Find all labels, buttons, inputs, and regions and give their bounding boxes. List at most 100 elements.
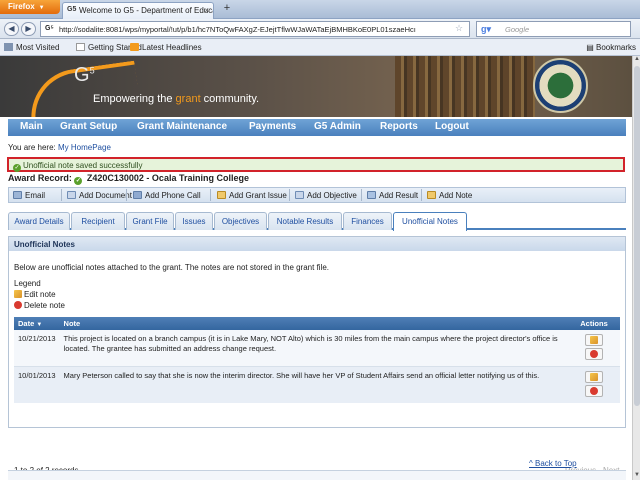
address-bar[interactable]: G⁵ http://sodalite:8081/wps/myportal/!ut… [40, 21, 470, 37]
nav-main[interactable]: Main [20, 121, 43, 132]
note-text: Mary Peterson called to say that she is … [59, 366, 568, 403]
note-actions [568, 330, 620, 367]
edit-icon [590, 373, 598, 381]
tab-recipient[interactable]: Recipient [71, 212, 125, 230]
breadcrumb-home-link[interactable]: My HomePage [58, 143, 111, 152]
tab-title: Welcome to G5 - Department of Educatio..… [79, 6, 213, 15]
g5-banner: G5 Empowering the grant community. [0, 56, 632, 117]
department-of-education-seal [533, 58, 588, 113]
nav-logout[interactable]: Logout [435, 121, 469, 132]
page-icon [76, 43, 85, 51]
award-status-check-icon: ✓ [74, 177, 83, 185]
email-button[interactable]: Email [13, 191, 45, 200]
column-header-note: Note [59, 317, 568, 330]
panel-intro: Below are unofficial notes attached to t… [14, 263, 330, 272]
success-message: ✓ Unofficial note saved successfully [7, 157, 625, 172]
legend-edit: Edit note [14, 289, 65, 300]
g5-logo: G5 [74, 64, 95, 86]
new-tab-button[interactable]: + [219, 2, 235, 17]
legend: Legend Edit note Delete note [14, 278, 65, 311]
edit-note-button[interactable] [585, 334, 603, 346]
award-record: Award Record: ✓ Z420C130002 - Ocala Trai… [8, 173, 249, 185]
delete-note-button[interactable] [585, 385, 603, 397]
note-date: 10/01/2013 [14, 366, 60, 403]
scroll-up-arrow-icon[interactable]: ▲ [633, 56, 640, 64]
bookmarks-toolbar: Most Visited Getting Started Latest Head… [0, 39, 640, 56]
vertical-scrollbar[interactable]: ▲ ▼ [632, 56, 640, 480]
edit-note-button[interactable] [585, 371, 603, 383]
add-document-button[interactable]: Add Document [67, 191, 132, 200]
nav-payments[interactable]: Payments [249, 121, 296, 132]
phone-icon [133, 191, 142, 199]
footer [8, 470, 626, 480]
result-icon [367, 191, 376, 199]
unofficial-notes-panel: Unofficial Notes Below are unofficial no… [8, 236, 626, 475]
legend-title: Legend [14, 279, 41, 288]
column-header-actions: Actions [568, 317, 620, 330]
tab-notable-results[interactable]: Notable Results [268, 212, 342, 230]
email-icon [13, 191, 22, 199]
nav-reports[interactable]: Reports [380, 121, 418, 132]
tab-objectives[interactable]: Objectives [214, 212, 267, 230]
browser-navigation-bar: ◀ ▶ G⁵ http://sodalite:8081/wps/myportal… [0, 19, 640, 39]
tab-award-details[interactable]: Award Details [8, 212, 70, 230]
back-button[interactable]: ◀ [4, 22, 19, 36]
library-shelves-image [395, 56, 535, 117]
tab-issues[interactable]: Issues [175, 212, 213, 230]
grant-issue-icon [217, 191, 226, 199]
tab-unofficial-notes[interactable]: Unofficial Notes [393, 212, 467, 231]
close-tab-icon[interactable]: × [204, 6, 209, 15]
panel-title: Unofficial Notes [9, 237, 625, 251]
objective-icon [295, 191, 304, 199]
note-actions [568, 366, 620, 403]
page-icon: G⁵ [45, 25, 54, 32]
document-icon [67, 191, 76, 199]
g5-favicon-icon: G5 [67, 6, 77, 13]
tab-grant-file[interactable]: Grant File [126, 212, 174, 230]
bookmarks-folder-icon [4, 43, 13, 51]
firefox-menu-button[interactable]: Firefox ▼ [0, 0, 60, 14]
nav-grant-maintenance[interactable]: Grant Maintenance [137, 121, 227, 132]
search-input[interactable]: g▾ Google [476, 21, 631, 37]
nav-g5-admin[interactable]: G5 Admin [314, 121, 361, 132]
award-action-toolbar: Email Add Document Add Phone Call Add Gr… [8, 187, 626, 203]
bookmark-most-visited[interactable]: Most Visited [4, 43, 59, 52]
edit-icon [590, 336, 598, 344]
google-icon: g▾ [481, 24, 492, 34]
main-navigation: Main Grant Setup Grant Maintenance Payme… [8, 119, 626, 136]
delete-icon [590, 387, 598, 395]
browser-tab[interactable]: G5 Welcome to G5 - Department of Educati… [62, 2, 214, 19]
table-row: 10/01/2013 Mary Peterson called to say t… [14, 366, 620, 403]
add-phone-call-button[interactable]: Add Phone Call [133, 191, 201, 200]
legend-delete: Delete note [14, 300, 65, 311]
bookmark-latest-headlines[interactable]: Latest Headlines [130, 43, 202, 52]
scroll-down-arrow-icon[interactable]: ▼ [633, 472, 640, 480]
add-objective-button[interactable]: Add Objective [295, 191, 357, 200]
column-header-date[interactable]: Date ▼ [14, 317, 60, 330]
add-grant-issue-button[interactable]: Add Grant Issue [217, 191, 287, 200]
url-text: http://sodalite:8081/wps/myportal/!ut/p/… [59, 25, 416, 34]
delete-note-button[interactable] [585, 348, 603, 360]
delete-icon [590, 350, 598, 358]
note-date: 10/21/2013 [14, 330, 60, 367]
note-text: This project is located on a branch camp… [59, 330, 568, 367]
note-icon [427, 191, 436, 199]
add-note-button[interactable]: Add Note [427, 191, 472, 200]
table-row: 10/21/2013 This project is located on a … [14, 330, 620, 367]
back-to-top-link[interactable]: ^ Back to Top [529, 459, 577, 468]
banner-tagline: Empowering the grant community. [93, 93, 260, 105]
forward-button[interactable]: ▶ [21, 22, 36, 36]
sort-desc-icon: ▼ [36, 322, 43, 328]
delete-icon [14, 301, 22, 309]
page-content: G5 Empowering the grant community. Main … [0, 56, 632, 480]
scrollbar-thumb[interactable] [634, 66, 640, 406]
rss-icon [130, 43, 139, 51]
bookmarks-menu[interactable]: ▤ Bookmarks [586, 43, 636, 52]
edit-icon [14, 290, 22, 298]
tab-finances[interactable]: Finances [343, 212, 392, 230]
add-result-button[interactable]: Add Result [367, 191, 418, 200]
notes-table: Date ▼ Note Actions 10/21/2013 This proj… [14, 317, 620, 403]
nav-grant-setup[interactable]: Grant Setup [60, 121, 117, 132]
bookmark-star-icon[interactable]: ☆ [455, 23, 463, 34]
award-tabs: Award Details Recipient Grant File Issue… [8, 211, 626, 231]
